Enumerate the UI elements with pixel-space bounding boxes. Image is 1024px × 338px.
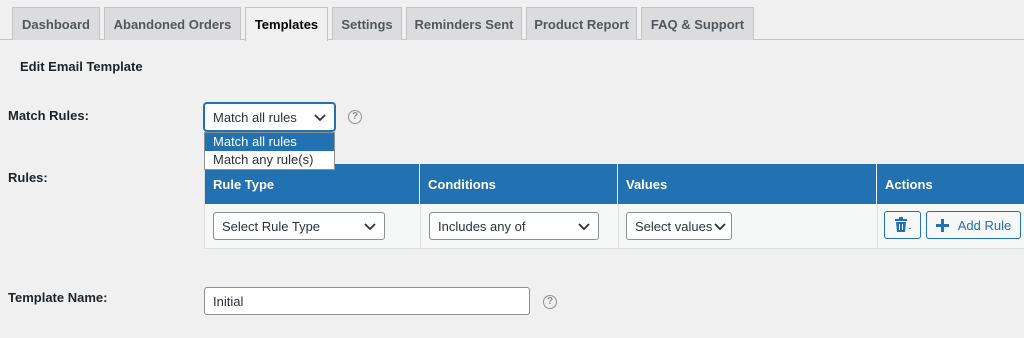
- column-divider: [420, 204, 421, 249]
- minus-mark: -: [908, 223, 912, 233]
- tab-settings[interactable]: Settings: [332, 7, 402, 40]
- match-rules-option-any[interactable]: Match any rule(s): [205, 151, 334, 169]
- match-rules-selected-value: Match all rules: [213, 109, 297, 125]
- column-header-values: Values: [618, 164, 877, 204]
- nav-tabs: Dashboard Abandoned Orders Templates Set…: [0, 0, 1024, 41]
- add-rule-label: Add Rule: [957, 217, 1012, 233]
- chevron-down-icon: [314, 114, 326, 122]
- page-title: Edit Email Template: [20, 59, 143, 74]
- question-circle-icon[interactable]: ?: [348, 110, 362, 124]
- match-rules-select[interactable]: Match all rules: [204, 103, 335, 131]
- rules-label: Rules:: [8, 170, 48, 185]
- column-header-actions: Actions: [885, 176, 933, 192]
- condition-value: Includes any of: [438, 218, 526, 234]
- trash-icon: [894, 217, 907, 232]
- chevron-down-icon: [364, 223, 376, 231]
- chevron-down-icon: [578, 223, 590, 231]
- tab-faq-support[interactable]: FAQ & Support: [641, 7, 754, 40]
- add-rule-button[interactable]: Add Rule: [926, 211, 1021, 239]
- chevron-down-icon: [714, 223, 726, 231]
- plus-icon: [935, 218, 949, 232]
- tab-templates[interactable]: Templates: [245, 7, 328, 41]
- table-row: Select Rule Type Includes any of Select …: [205, 204, 1024, 249]
- match-rules-option-all[interactable]: Match all rules: [205, 133, 334, 151]
- column-header-rule-type: Rule Type: [205, 164, 420, 204]
- match-rules-label: Match Rules:: [8, 108, 89, 123]
- question-circle-icon[interactable]: ?: [543, 295, 557, 309]
- tab-product-report[interactable]: Product Report: [526, 7, 637, 40]
- rule-type-select[interactable]: Select Rule Type: [213, 212, 385, 240]
- values-value: Select values: [635, 218, 713, 234]
- delete-rule-button[interactable]: -: [884, 211, 921, 239]
- rules-table: Rule Type Conditions Values Actions Sele…: [204, 164, 1024, 249]
- column-divider: [877, 204, 878, 249]
- condition-select[interactable]: Includes any of: [429, 212, 599, 240]
- tab-dashboard[interactable]: Dashboard: [12, 7, 100, 40]
- rules-table-header: Rule Type Conditions Values Actions: [205, 164, 1024, 204]
- column-header-conditions: Conditions: [420, 164, 618, 204]
- values-select[interactable]: Select values: [626, 212, 732, 240]
- column-divider: [618, 204, 619, 249]
- rule-type-value: Select Rule Type: [222, 218, 321, 234]
- match-rules-dropdown: Match all rules Match any rule(s): [204, 132, 335, 170]
- template-name-label: Template Name:: [8, 290, 108, 305]
- template-name-input[interactable]: [204, 287, 530, 315]
- tab-reminders-sent[interactable]: Reminders Sent: [406, 7, 522, 40]
- tab-abandoned-orders[interactable]: Abandoned Orders: [104, 7, 241, 40]
